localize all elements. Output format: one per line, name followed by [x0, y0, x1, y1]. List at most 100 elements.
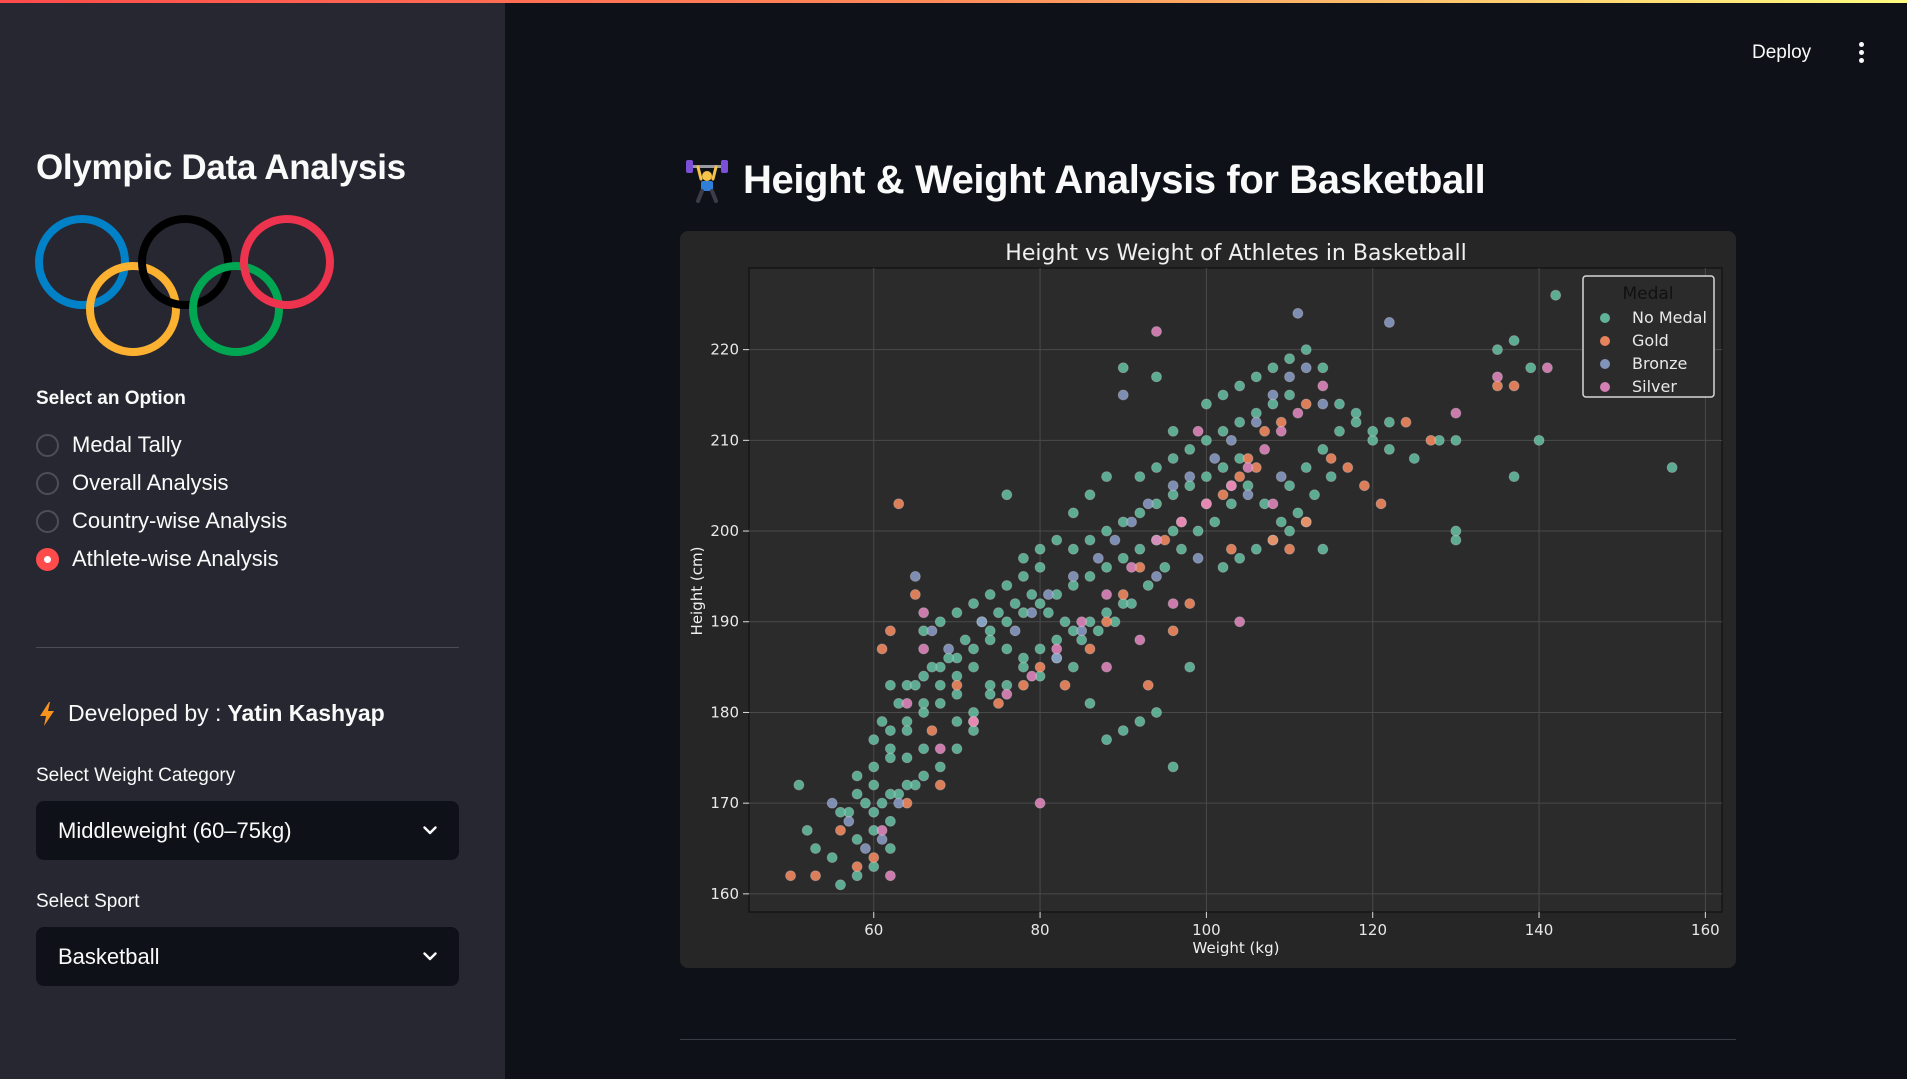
scatter-point-no-medal	[884, 788, 896, 800]
kebab-menu-icon[interactable]	[1856, 42, 1866, 64]
scatter-point-no-medal	[968, 725, 979, 736]
scatter-point-silver	[1076, 616, 1088, 628]
scatter-point-silver	[1167, 598, 1179, 610]
scatter-point-silver	[1225, 480, 1237, 492]
select-option-label: Select an Option	[36, 388, 186, 409]
scatter-plot-svg: Height vs Weight of Athletes in Basketba…	[688, 241, 1723, 957]
scatter-point-silver	[876, 824, 888, 836]
scatter-point-no-medal	[1192, 525, 1204, 537]
radio-country-wise-analysis[interactable]: Country-wise Analysis	[36, 502, 287, 540]
radio-athlete-wise-analysis[interactable]: Athlete-wise Analysis	[36, 540, 287, 578]
legend-label: No Medal	[1632, 308, 1707, 327]
scatter-point-no-medal	[1217, 462, 1229, 473]
scatter-point-gold	[1059, 679, 1071, 691]
scatter-point-no-medal	[1450, 534, 1462, 546]
scatter-point-gold	[1300, 398, 1312, 410]
scatter-point-no-medal	[860, 797, 871, 809]
scatter-point-no-medal	[884, 752, 896, 764]
scatter-point-gold	[1284, 543, 1295, 555]
radio-medal-tally[interactable]: Medal Tally	[36, 426, 287, 464]
radio-label: Overall Analysis	[72, 470, 229, 495]
scatter-point-no-medal	[918, 697, 930, 709]
sport-select[interactable]: Basketball	[36, 927, 459, 986]
scatter-point-no-medal	[984, 625, 996, 637]
scatter-point-no-medal	[1117, 552, 1129, 564]
radio-overall-analysis[interactable]: Overall Analysis	[36, 464, 287, 502]
scatter-point-gold	[876, 643, 888, 655]
scatter-point-no-medal	[793, 779, 805, 791]
scatter-point-no-medal	[1034, 543, 1046, 555]
scatter-point-gold	[785, 870, 796, 882]
scatter-point-no-medal	[1367, 434, 1379, 446]
scatter-point-no-medal	[1234, 552, 1246, 564]
developer-name: Yatin Kashyap	[227, 700, 385, 726]
y-tick-label: 160	[710, 885, 739, 903]
scatter-point-no-medal	[1217, 425, 1229, 437]
scatter-point-no-medal	[884, 843, 896, 854]
content-divider	[680, 1039, 1736, 1040]
scatter-point-no-medal	[868, 734, 880, 746]
ring-green	[189, 262, 283, 356]
y-tick-label: 220	[710, 341, 739, 359]
scatter-point-no-medal	[1084, 570, 1096, 582]
scatter-point-silver	[1234, 616, 1246, 628]
scatter-point-silver	[1292, 407, 1304, 419]
weight-category-select[interactable]: Middleweight (60–75kg)	[36, 801, 459, 860]
scatter-point-no-medal	[1200, 434, 1212, 446]
scatter-point-no-medal	[1450, 434, 1462, 446]
scatter-point-silver	[1275, 425, 1287, 437]
scatter-point-no-medal	[1001, 643, 1013, 655]
legend-marker	[1600, 359, 1610, 369]
y-tick-label: 180	[710, 703, 739, 721]
scatter-point-no-medal	[1267, 362, 1279, 374]
scatter-point-no-medal	[918, 743, 930, 755]
scatter-point-silver	[1450, 407, 1462, 419]
scatter-point-no-medal	[851, 834, 863, 845]
scatter-point-silver	[1200, 498, 1212, 510]
scatter-point-no-medal	[951, 607, 963, 619]
scatter-point-no-medal	[1117, 362, 1129, 374]
top-decoration-bar	[0, 0, 1907, 3]
scatter-point-no-medal	[1242, 480, 1254, 492]
scatter-point-no-medal	[1250, 371, 1262, 383]
scatter-point-gold	[893, 498, 905, 510]
scatter-point-bronze	[1292, 307, 1304, 319]
scatter-point-no-medal	[1334, 425, 1345, 437]
scatter-point-silver	[1176, 516, 1187, 528]
scatter-point-gold	[1084, 643, 1096, 655]
deploy-button[interactable]: Deploy	[1752, 42, 1811, 64]
scatter-point-gold	[1359, 480, 1370, 492]
scatter-point-bronze	[1184, 471, 1196, 483]
scatter-point-gold	[884, 625, 896, 637]
scatter-point-no-medal	[1666, 462, 1678, 473]
scatter-chart: Height vs Weight of Athletes in Basketba…	[680, 231, 1736, 968]
scatter-point-no-medal	[1450, 525, 1462, 537]
scatter-point-gold	[909, 589, 921, 600]
radio-circle-icon	[36, 471, 59, 495]
scatter-point-silver	[1101, 589, 1112, 600]
scatter-point-gold	[1225, 543, 1237, 555]
scatter-point-silver	[1151, 534, 1162, 546]
scatter-point-no-medal	[909, 679, 921, 691]
scatter-point-silver	[918, 607, 930, 619]
scatter-point-no-medal	[1508, 335, 1520, 346]
developer-credit: Developed by : Yatin Kashyap	[40, 700, 385, 727]
legend-title: Medal	[1622, 284, 1673, 304]
scatter-point-no-medal	[1018, 570, 1029, 582]
scatter-point-no-medal	[1142, 580, 1154, 591]
scatter-point-no-medal	[868, 806, 880, 818]
scatter-point-no-medal	[1383, 444, 1395, 455]
scatter-point-no-medal	[1284, 480, 1295, 492]
y-axis-label: Height (cm)	[688, 547, 706, 636]
scatter-point-silver	[1101, 661, 1112, 673]
scatter-point-silver	[1259, 444, 1271, 455]
scatter-point-no-medal	[876, 797, 888, 809]
scatter-point-silver	[1541, 362, 1553, 374]
sidebar: Olympic Data Analysis Select an Option M…	[0, 0, 505, 1079]
sidebar-divider	[36, 647, 459, 648]
scatter-point-gold	[1267, 534, 1279, 546]
scatter-point-bronze	[1126, 516, 1137, 528]
scatter-point-no-medal	[934, 616, 946, 628]
legend-marker	[1600, 336, 1610, 346]
scatter-point-bronze	[1192, 552, 1204, 564]
